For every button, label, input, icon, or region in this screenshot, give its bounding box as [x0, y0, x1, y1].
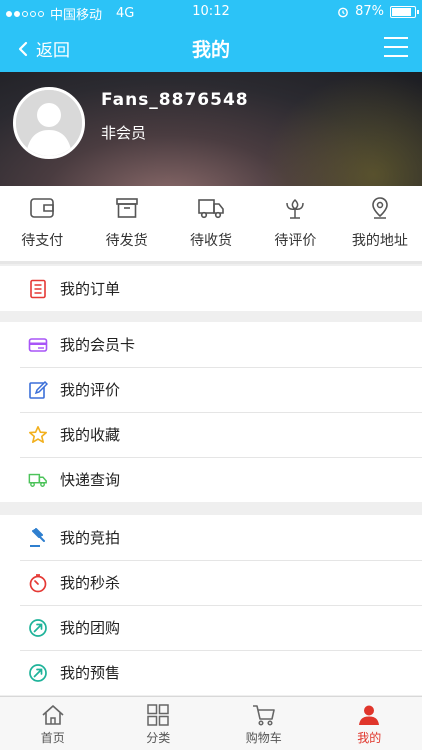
menu-item-flash-sale[interactable]: 我的秒杀 [0, 560, 422, 605]
shortcut-my-address[interactable]: 我的地址 [338, 186, 422, 261]
menu-item-favorites[interactable]: 我的收藏 [0, 412, 422, 457]
home-icon [42, 705, 64, 725]
member-status: 非会员 [101, 124, 147, 142]
shortcut-pending-payment[interactable]: 待支付 [0, 186, 84, 261]
shortcut-label: 待收货 [190, 233, 233, 249]
menu-item-my-reviews[interactable]: 我的评价 [0, 367, 422, 412]
tab-cart[interactable]: 购物车 [211, 697, 317, 750]
menu-item-label: 我的团购 [60, 619, 121, 637]
grid-icon [147, 704, 169, 726]
shortcut-pending-shipment[interactable]: 待发货 [84, 186, 168, 261]
menu-item-label: 我的收藏 [60, 426, 121, 444]
flower-icon [286, 198, 305, 219]
nav-bar: 返回 我的 [0, 24, 422, 72]
edit-icon [28, 380, 48, 400]
arrow-circle-icon [28, 663, 48, 683]
truck-icon [198, 199, 224, 219]
tab-label: 购物车 [245, 731, 282, 745]
menu-group-promotions: 我的竞拍 我的秒杀 我的团购 我的预售 [0, 515, 422, 695]
truck-icon [28, 470, 48, 490]
default-avatar-icon [16, 90, 82, 156]
menu-item-auctions[interactable]: 我的竞拍 [0, 515, 422, 560]
menu-item-label: 我的竞拍 [60, 529, 121, 547]
shortcut-pending-review[interactable]: 待评价 [253, 186, 337, 261]
shortcut-label: 待发货 [105, 233, 148, 249]
order-shortcuts: 待支付 待发货 待收货 待评价 我的地址 [0, 186, 422, 264]
tab-home[interactable]: 首页 [0, 697, 106, 750]
profile-header: Fans_8876548 非会员 [0, 72, 422, 186]
timer-icon [28, 573, 48, 593]
menu-item-presale[interactable]: 我的预售 [0, 650, 422, 695]
cart-icon [252, 705, 275, 726]
menu-item-member-card[interactable]: 我的会员卡 [0, 322, 422, 367]
shortcut-label: 待评价 [274, 233, 317, 249]
arrow-circle-icon [28, 618, 48, 638]
status-right: 87% [337, 4, 419, 19]
order-list-icon [28, 279, 48, 299]
menu-item-label: 快递查询 [60, 471, 121, 489]
shortcut-pending-receipt[interactable]: 待收货 [169, 186, 253, 261]
location-pin-icon [372, 197, 388, 219]
username: Fans_8876548 [101, 90, 249, 110]
menu-item-label: 我的秒杀 [60, 574, 121, 592]
chevron-left-icon [18, 41, 28, 56]
avatar[interactable] [13, 87, 85, 159]
tab-label: 首页 [40, 731, 65, 745]
menu-item-label: 我的订单 [60, 280, 121, 298]
star-icon [28, 425, 48, 445]
tab-category[interactable]: 分类 [106, 697, 212, 750]
menu-icon[interactable] [384, 37, 408, 57]
status-bar: 中国移动 4G 10:12 87% [0, 0, 422, 24]
tab-label: 分类 [146, 731, 171, 745]
tab-bar: 首页 分类 购物车 我的 [0, 696, 422, 750]
menu-item-express-tracking[interactable]: 快递查询 [0, 457, 422, 502]
menu-item-label: 我的会员卡 [60, 336, 136, 354]
menu-group-account: 我的会员卡 我的评价 我的收藏 快递查询 [0, 322, 422, 502]
auction-icon [28, 527, 48, 548]
card-icon [28, 335, 48, 355]
alarm-icon [338, 7, 348, 17]
back-button[interactable]: 返回 [18, 36, 70, 61]
tab-me[interactable]: 我的 [317, 697, 422, 750]
wallet-icon [30, 198, 55, 218]
menu-item-label: 我的预售 [60, 664, 121, 682]
box-icon [115, 198, 138, 218]
shortcut-label: 我的地址 [351, 233, 408, 249]
menu-item-my-orders[interactable]: 我的订单 [0, 266, 422, 311]
menu-group-orders: 我的订单 [0, 266, 422, 311]
shortcut-label: 待支付 [21, 233, 64, 249]
user-icon [359, 705, 380, 725]
menu-item-group-buy[interactable]: 我的团购 [0, 605, 422, 650]
menu-item-label: 我的评价 [60, 381, 121, 399]
tab-label: 我的 [357, 731, 382, 745]
battery-percent: 87% [355, 4, 384, 19]
battery-icon [390, 5, 419, 18]
back-label: 返回 [36, 41, 70, 61]
